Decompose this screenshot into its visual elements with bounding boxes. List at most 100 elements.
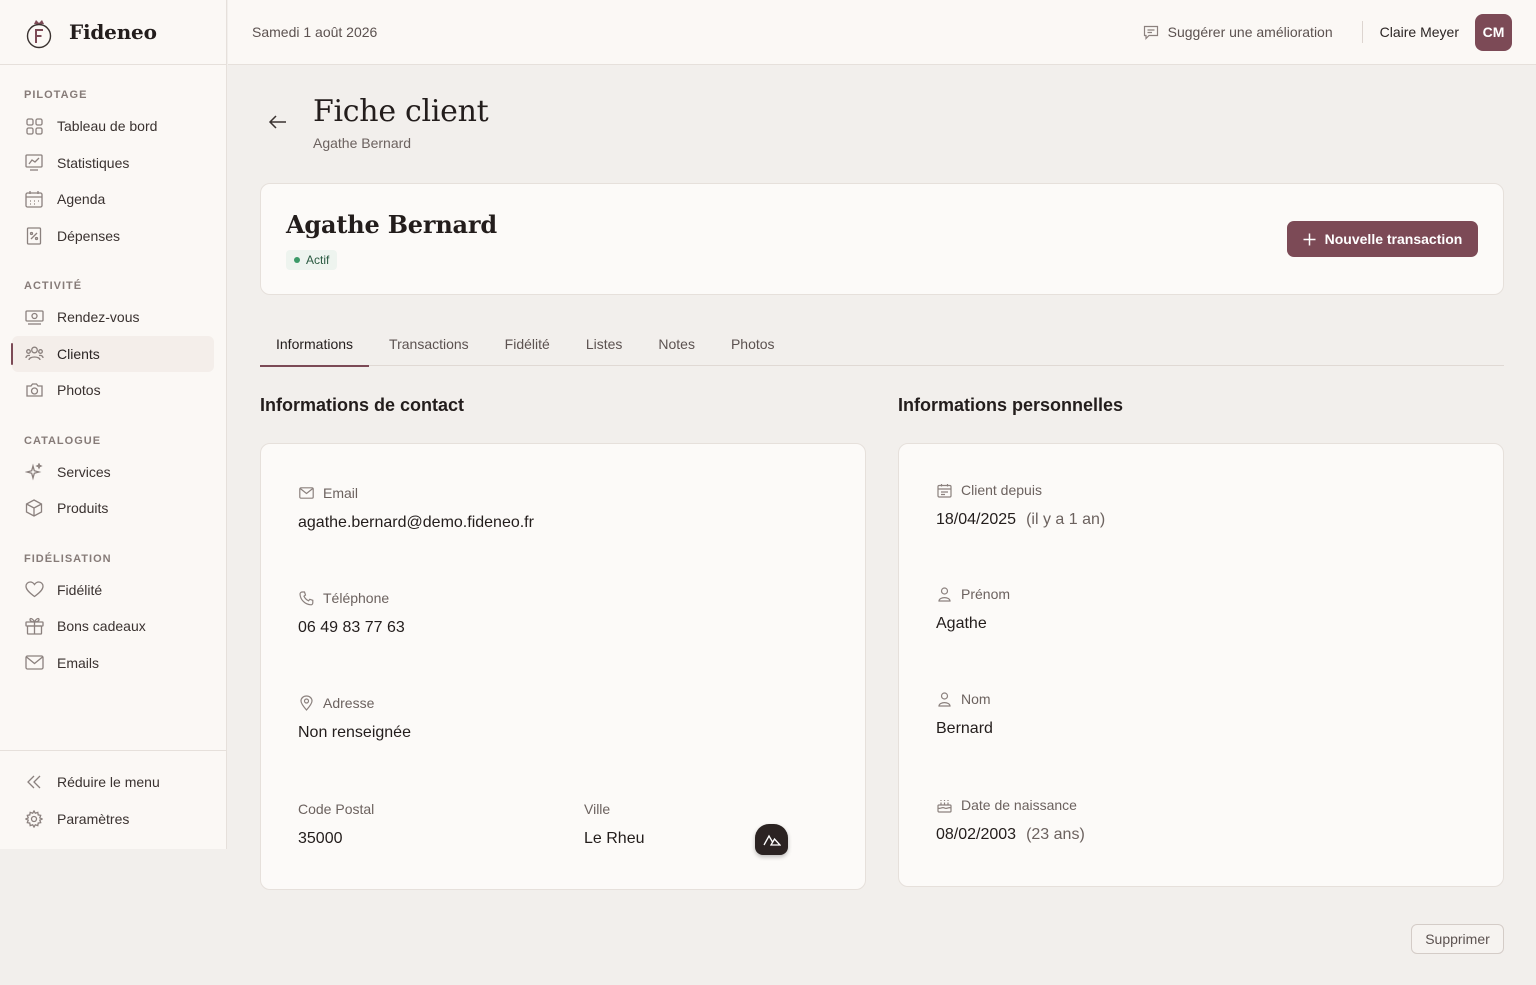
delete-button[interactable]: Supprimer: [1411, 924, 1504, 954]
tab-informations[interactable]: Informations: [260, 322, 370, 367]
phone-value[interactable]: 06 49 83 77 63: [298, 619, 405, 637]
contact-section-title: Informations de contact: [260, 395, 465, 415]
status-dot: [294, 257, 300, 263]
mail-icon: [24, 653, 44, 673]
receipt-icon: [24, 226, 44, 246]
tab-transactions[interactable]: Transactions: [373, 322, 485, 366]
sparkles-icon: [24, 462, 44, 482]
section-label: FIDÉLISATION: [24, 552, 112, 565]
sidebar-item-label: Tableau de bord: [57, 118, 158, 135]
tab-listes[interactable]: Listes: [570, 322, 639, 366]
sidebar-item-fidelite[interactable]: Fidélité: [12, 572, 214, 609]
sidebar-item-label: Agenda: [57, 191, 106, 208]
postal-code-value: 35000: [298, 830, 343, 847]
personal-info-card: Client depuis 18/04/2025 (il y a 1 an) Pr…: [898, 443, 1504, 887]
lastname-label: Nom: [961, 691, 991, 707]
sidebar-bottom: Réduire le menu Paramètres: [0, 750, 226, 837]
sidebar-item-emails[interactable]: Emails: [12, 645, 214, 682]
calendar-icon: [936, 482, 952, 498]
email-field: Email agathe.bernard@demo.fideneo.fr: [298, 485, 534, 532]
sidebar: Fideneo PILOTAGE Tableau de bord Statist…: [0, 0, 227, 849]
collapse-menu-label: Réduire le menu: [57, 774, 160, 791]
section-label: PILOTAGE: [24, 89, 88, 101]
city-value: Le Rheu: [584, 830, 645, 847]
sidebar-item-rendez-vous[interactable]: Rendez-vous: [12, 299, 214, 336]
back-button[interactable]: [260, 104, 296, 140]
sidebar-item-statistiques[interactable]: Statistiques: [12, 145, 214, 182]
birthdate-field: Date de naissance 08/02/2003 (23 ans): [936, 797, 1085, 844]
user-name: Claire Meyer: [1379, 24, 1459, 40]
client-since-label: Client depuis: [961, 482, 1042, 498]
email-label: Email: [323, 485, 359, 501]
sidebar-item-clients[interactable]: Clients: [11, 335, 214, 372]
nav-section-activite: ACTIVITÉ Rendez-vous Clients Photos: [0, 277, 226, 409]
birthdate-label: Date de naissance: [961, 797, 1077, 813]
page-title: Fiche client: [313, 94, 489, 129]
heart-icon: [24, 580, 44, 600]
chart-icon: [24, 153, 44, 173]
birthdate-age: (23 ans): [1026, 826, 1085, 843]
plus-icon: [1303, 233, 1316, 246]
page-header: Fiche client Agathe Bernard: [260, 94, 489, 151]
nav-section-pilotage: PILOTAGE Tableau de bord Statistiques Ag…: [0, 86, 226, 254]
sidebar-item-photos[interactable]: Photos: [12, 372, 214, 409]
mountain-logo-icon: [762, 834, 781, 846]
tab-fidelite[interactable]: Fidélité: [489, 322, 566, 366]
sidebar-item-tableau-de-bord[interactable]: Tableau de bord: [12, 108, 214, 145]
cash-icon: [24, 307, 44, 327]
user-icon: [936, 586, 952, 602]
tab-notes[interactable]: Notes: [642, 322, 711, 366]
new-transaction-button[interactable]: Nouvelle transaction: [1287, 221, 1478, 257]
fideneo-logo-icon: [22, 15, 56, 49]
logo[interactable]: Fideneo: [0, 0, 226, 65]
avatar[interactable]: CM: [1475, 13, 1512, 51]
phone-field: Téléphone 06 49 83 77 63: [298, 590, 405, 637]
mail-icon: [298, 485, 314, 501]
camera-icon: [24, 380, 44, 400]
phone-label: Téléphone: [323, 590, 390, 606]
collapse-menu-button[interactable]: Réduire le menu: [12, 764, 214, 801]
sidebar-item-label: Fidélité: [57, 581, 103, 598]
nav-section-catalogue: CATALOGUE Services Produits: [0, 432, 226, 527]
city-field: Ville Le Rheu: [584, 801, 645, 848]
address-label: Adresse: [323, 695, 375, 711]
client-header-card: Agathe Bernard Actif Nouvelle transactio…: [260, 183, 1504, 295]
grid-icon: [24, 116, 44, 136]
sidebar-item-label: Clients: [57, 345, 100, 362]
map-pin-icon: [298, 695, 314, 711]
lastname-value: Bernard: [936, 720, 993, 737]
user-icon: [936, 691, 952, 707]
page-subtitle: Agathe Bernard: [313, 135, 412, 151]
settings-button[interactable]: Paramètres: [12, 801, 214, 838]
sidebar-item-label: Produits: [57, 500, 109, 517]
settings-label: Paramètres: [57, 810, 130, 827]
sidebar-item-agenda[interactable]: Agenda: [12, 181, 214, 218]
topbar: Samedi 1 août 2026 Suggérer une améliora…: [228, 0, 1536, 65]
current-date: Samedi 1 août 2026: [252, 24, 378, 40]
sidebar-item-depenses[interactable]: Dépenses: [12, 218, 214, 255]
floating-assistant-button[interactable]: [755, 824, 788, 855]
sidebar-item-services[interactable]: Services: [12, 454, 214, 491]
postal-code-field: Code Postal 35000: [298, 801, 374, 848]
status-label: Actif: [306, 253, 330, 267]
firstname-label: Prénom: [961, 586, 1011, 602]
status-badge: Actif: [286, 250, 338, 270]
sidebar-item-bons-cadeaux[interactable]: Bons cadeaux: [12, 608, 214, 645]
sidebar-item-label: Photos: [57, 382, 101, 399]
client-since-field: Client depuis 18/04/2025 (il y a 1 an): [936, 482, 1105, 529]
tab-photos[interactable]: Photos: [715, 322, 791, 366]
email-value[interactable]: agathe.bernard@demo.fideneo.fr: [298, 514, 534, 532]
new-transaction-label: Nouvelle transaction: [1324, 231, 1463, 247]
app-name: Fideneo: [69, 20, 157, 44]
sidebar-item-produits[interactable]: Produits: [12, 490, 214, 527]
address-value: Non renseignée: [298, 724, 411, 741]
phone-icon: [298, 590, 314, 606]
sidebar-item-label: Statistiques: [57, 154, 130, 171]
client-since-relative: (il y a 1 an): [1026, 511, 1106, 528]
client-since-value: 18/04/2025 (il y a 1 an): [936, 511, 1105, 529]
sidebar-item-label: Bons cadeaux: [57, 618, 146, 635]
address-field: Adresse Non renseignée: [298, 695, 411, 742]
suggest-improvement-button[interactable]: Suggérer une amélioration: [1143, 24, 1333, 40]
users-icon: [24, 344, 44, 364]
sidebar-item-label: Rendez-vous: [57, 309, 140, 326]
